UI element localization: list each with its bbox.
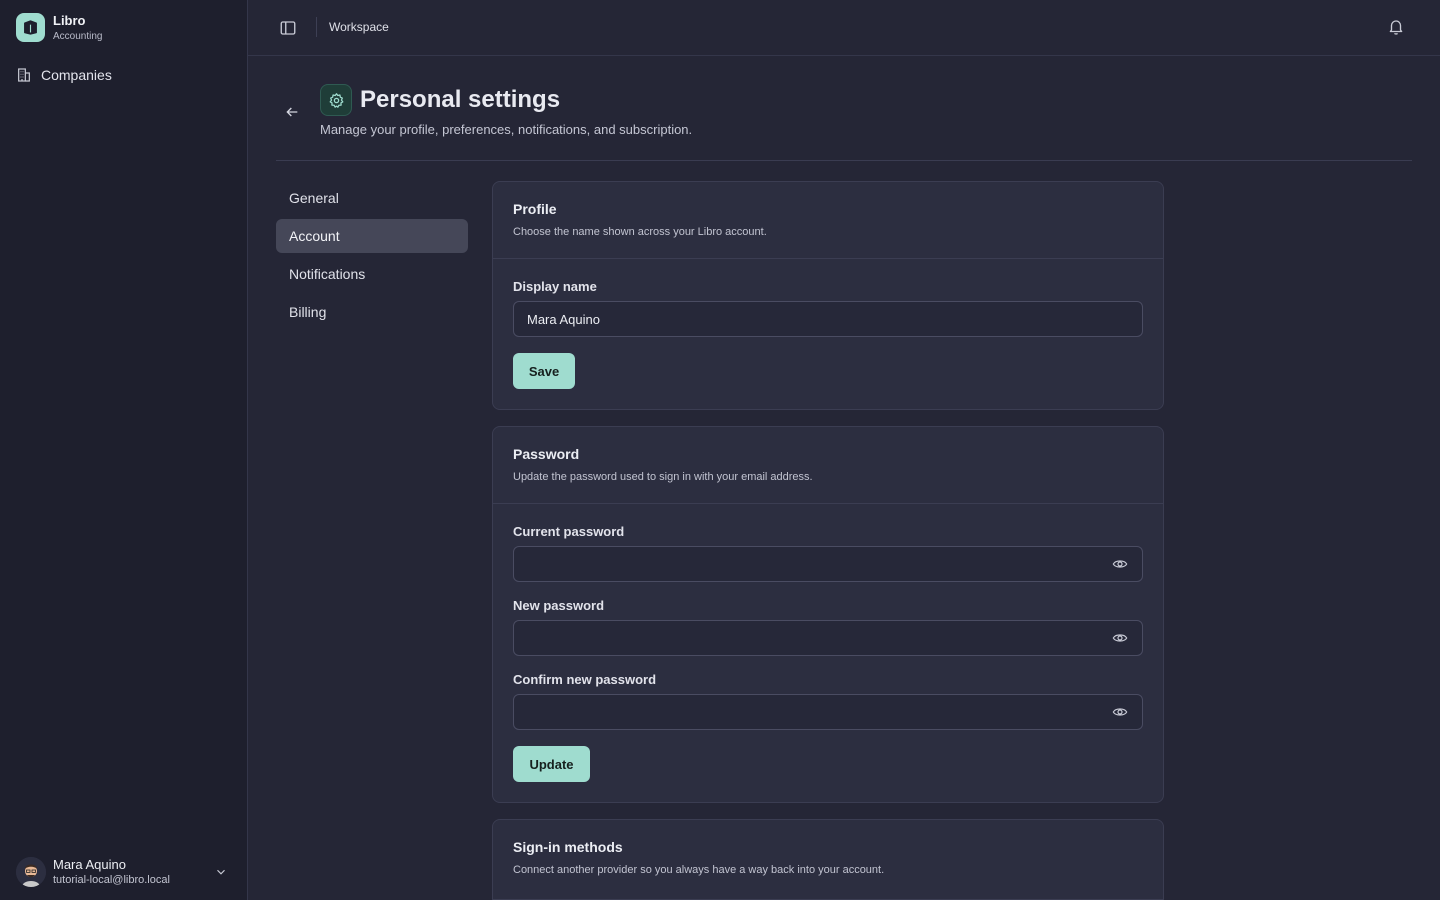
eye-icon[interactable] xyxy=(1112,630,1128,646)
signin-methods-card: Sign-in methods Connect another provider… xyxy=(492,819,1164,900)
topbar: Workspace xyxy=(248,0,1440,56)
brand[interactable]: Libro Accounting xyxy=(16,13,102,42)
avatar xyxy=(16,857,46,887)
tab-label: Billing xyxy=(289,304,327,320)
building-icon xyxy=(18,68,30,82)
card-title: Password xyxy=(513,446,580,462)
profile-card: Profile Choose the name shown across you… xyxy=(492,181,1164,410)
display-name-input[interactable]: Mara Aquino xyxy=(513,301,1143,337)
sidebar-item-companies[interactable]: Companies xyxy=(16,64,232,86)
brand-subtitle: Accounting xyxy=(53,30,103,42)
card-title: Sign-in methods xyxy=(513,839,623,855)
card-header: Profile Choose the name shown across you… xyxy=(493,182,1163,259)
confirm-password-input[interactable] xyxy=(513,694,1143,730)
current-password-input[interactable] xyxy=(513,546,1143,582)
card-description: Choose the name shown across your Libro … xyxy=(513,226,767,238)
sidebar-toggle-icon[interactable] xyxy=(279,19,297,37)
display-name-label: Display name xyxy=(513,279,597,294)
tab-account[interactable]: Account xyxy=(276,219,468,253)
password-card: Password Update the password used to sig… xyxy=(492,426,1164,803)
eye-icon[interactable] xyxy=(1112,704,1128,720)
new-password-input[interactable] xyxy=(513,620,1143,656)
confirm-password-label: Confirm new password xyxy=(513,672,657,687)
tab-general[interactable]: General xyxy=(276,181,468,215)
sidebar-item-label: Companies xyxy=(41,67,112,83)
divider xyxy=(316,17,317,37)
card-description: Connect another provider so you always h… xyxy=(513,864,885,876)
update-button[interactable]: Update xyxy=(513,746,590,782)
card-description: Update the password used to sign in with… xyxy=(513,471,813,483)
tab-label: Account xyxy=(289,228,340,244)
eye-icon[interactable] xyxy=(1112,556,1128,572)
input-value: Mara Aquino xyxy=(527,311,600,327)
breadcrumb[interactable]: Workspace xyxy=(329,20,389,34)
brand-name: Libro xyxy=(53,12,86,28)
page-subtitle: Manage your profile, preferences, notifi… xyxy=(320,122,693,137)
new-password-label: New password xyxy=(513,598,605,613)
sidebar: Libro Accounting Companies Mara Aquino t… xyxy=(0,0,248,900)
bell-icon[interactable] xyxy=(1387,18,1405,36)
chevron-down-icon[interactable] xyxy=(214,865,228,879)
card-title: Profile xyxy=(513,201,557,217)
tab-notifications[interactable]: Notifications xyxy=(276,257,468,291)
header-divider xyxy=(276,160,1412,161)
tab-billing[interactable]: Billing xyxy=(276,295,468,329)
user-name: Mara Aquino xyxy=(53,857,126,872)
save-button[interactable]: Save xyxy=(513,353,575,389)
user-menu[interactable]: Mara Aquino tutorial-local@libro.local xyxy=(16,854,232,890)
card-header: Password Update the password used to sig… xyxy=(493,427,1163,504)
gear-icon xyxy=(320,84,352,116)
tab-label: Notifications xyxy=(289,266,366,282)
back-arrow-icon[interactable] xyxy=(284,104,300,120)
current-password-label: Current password xyxy=(513,524,625,539)
card-header: Sign-in methods Connect another provider… xyxy=(493,820,1163,900)
book-logo-icon xyxy=(16,13,45,42)
tab-label: General xyxy=(289,190,339,206)
page-title: Personal settings xyxy=(360,86,561,113)
user-email: tutorial-local@libro.local xyxy=(53,874,170,886)
